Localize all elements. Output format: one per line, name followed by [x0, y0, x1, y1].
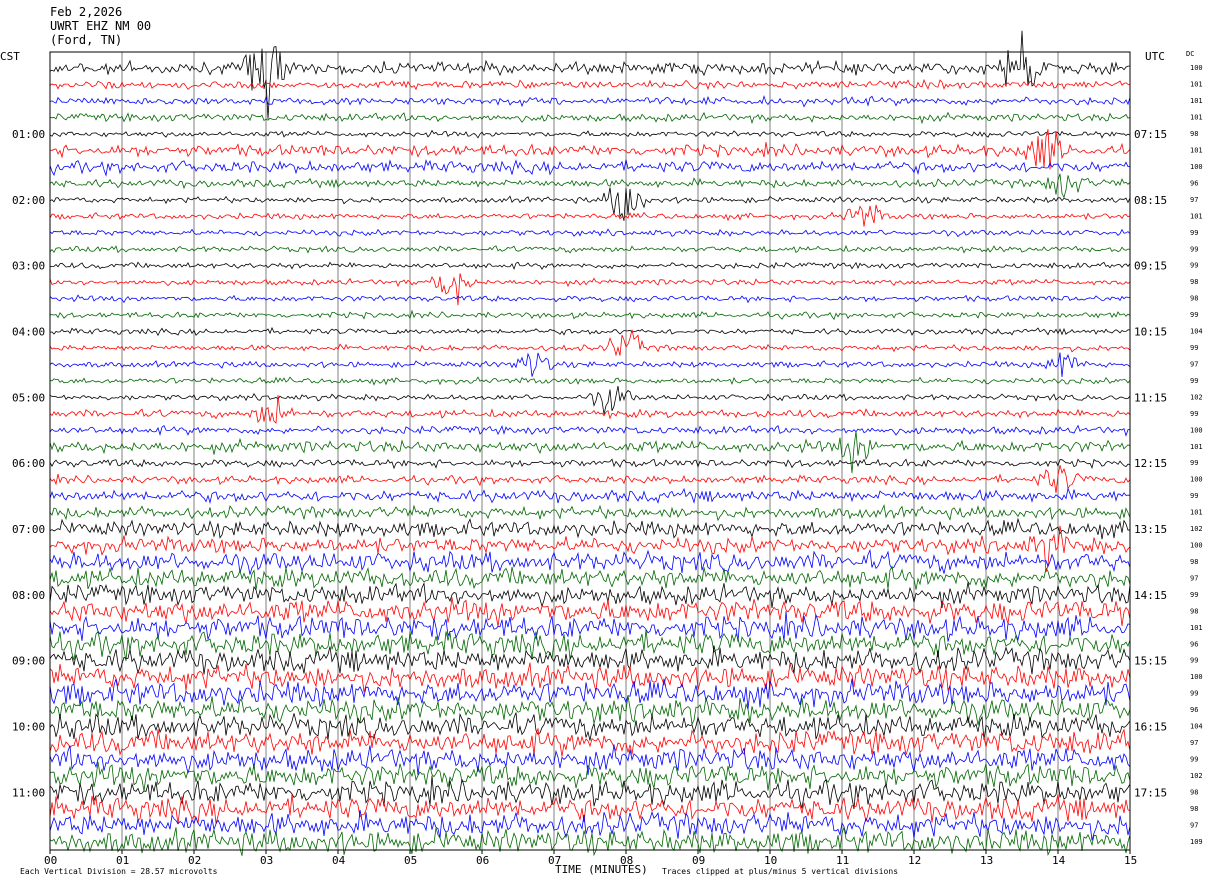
dc-offset-label: 100: [1190, 64, 1203, 72]
right-hour-label: 13:15: [1134, 523, 1167, 536]
dc-offset-label: 104: [1190, 328, 1203, 336]
dc-offset-label: 100: [1190, 476, 1203, 484]
dc-offset-label: 97: [1190, 739, 1198, 747]
x-tick-label: 01: [116, 854, 129, 867]
x-tick-label: 03: [260, 854, 273, 867]
dc-offset-label: 104: [1190, 723, 1203, 731]
left-hour-label: 06:00: [12, 457, 45, 470]
dc-offset-label: 101: [1190, 114, 1203, 122]
dc-offset-label: 99: [1190, 262, 1198, 270]
dc-offset-label: 99: [1190, 755, 1198, 763]
dc-offset-label: 98: [1190, 295, 1198, 303]
dc-offset-label: 99: [1190, 229, 1198, 237]
dc-offset-label: 97: [1190, 360, 1198, 368]
x-tick-label: 09: [692, 854, 705, 867]
left-hour-label: 11:00: [12, 786, 45, 799]
dc-offset-label: 99: [1190, 377, 1198, 385]
x-tick-label: 13: [980, 854, 993, 867]
dc-offset-label: 96: [1190, 179, 1198, 187]
dc-offset-label: 101: [1190, 624, 1203, 632]
dc-offset-label: 99: [1190, 410, 1198, 418]
right-hour-label: 07:15: [1134, 128, 1167, 141]
right-timezone-label: UTC: [1145, 50, 1165, 63]
right-hour-label: 16:15: [1134, 721, 1167, 734]
dc-offset-label: 98: [1190, 607, 1198, 615]
dc-offset-label: 99: [1190, 591, 1198, 599]
x-tick-label: 02: [188, 854, 201, 867]
dc-offset-label: 99: [1190, 245, 1198, 253]
left-hour-label: 01:00: [12, 128, 45, 141]
left-hour-label: 03:00: [12, 260, 45, 273]
x-axis-label: TIME (MINUTES): [555, 863, 648, 876]
x-tick-label: 10: [764, 854, 777, 867]
dc-offset-label: 99: [1190, 459, 1198, 467]
left-hour-label: 09:00: [12, 655, 45, 668]
right-hour-label: 08:15: [1134, 194, 1167, 207]
left-hour-label: 05:00: [12, 391, 45, 404]
right-hour-label: 09:15: [1134, 260, 1167, 273]
dc-offset-label: 100: [1190, 542, 1203, 550]
dc-offset-label: 101: [1190, 443, 1203, 451]
right-hour-label: 15:15: [1134, 655, 1167, 668]
left-timezone-label: CST: [0, 50, 20, 63]
chart-date: Feb 2,2026: [50, 5, 122, 19]
scale-note: Each Vertical Division = 28.57 microvolt…: [20, 867, 218, 876]
dc-offset-label: 109: [1190, 838, 1203, 846]
left-hour-label: 07:00: [12, 523, 45, 536]
dc-offset-label: 100: [1190, 426, 1203, 434]
dc-offset-label: 99: [1190, 311, 1198, 319]
dc-offset-label: 102: [1190, 525, 1203, 533]
dc-offset-label: 101: [1190, 97, 1203, 105]
dc-offset-label: 98: [1190, 130, 1198, 138]
x-tick-label: 12: [908, 854, 921, 867]
left-hour-label: 08:00: [12, 589, 45, 602]
x-tick-label: 06: [476, 854, 489, 867]
dc-offset-label: 96: [1190, 706, 1198, 714]
dc-offset-label: 98: [1190, 805, 1198, 813]
right-hour-label: 17:15: [1134, 786, 1167, 799]
x-tick-label: 00: [44, 854, 57, 867]
dc-offset-label: 98: [1190, 788, 1198, 796]
dc-offset-label: 101: [1190, 509, 1203, 517]
dc-offset-label: 102: [1190, 393, 1203, 401]
dc-offset-label: 97: [1190, 574, 1198, 582]
dc-offset-label: 101: [1190, 147, 1203, 155]
dc-offset-label: 96: [1190, 640, 1198, 648]
dc-column-label: DC: [1186, 50, 1194, 58]
dc-offset-label: 101: [1190, 81, 1203, 89]
dc-offset-label: 99: [1190, 492, 1198, 500]
dc-offset-label: 102: [1190, 772, 1203, 780]
dc-offset-label: 98: [1190, 558, 1198, 566]
dc-offset-label: 101: [1190, 212, 1203, 220]
right-hour-label: 11:15: [1134, 391, 1167, 404]
seismogram-plot: Feb 2,2026 UWRT EHZ NM 00 (Ford, TN) CST…: [0, 0, 1210, 886]
x-tick-label: 15: [1124, 854, 1137, 867]
x-tick-label: 14: [1052, 854, 1066, 867]
dc-offset-label: 98: [1190, 278, 1198, 286]
dc-offset-label: 99: [1190, 657, 1198, 665]
left-hour-label: 02:00: [12, 194, 45, 207]
dc-offset-label: 99: [1190, 344, 1198, 352]
dc-offset-label: 97: [1190, 821, 1198, 829]
station-code: UWRT EHZ NM 00: [50, 19, 151, 33]
dc-offset-label: 97: [1190, 196, 1198, 204]
left-hour-label: 10:00: [12, 721, 45, 734]
right-hour-label: 10:15: [1134, 326, 1167, 339]
x-tick-label: 04: [332, 854, 346, 867]
dc-offset-label: 100: [1190, 673, 1203, 681]
clip-note: Traces clipped at plus/minus 5 vertical …: [662, 867, 898, 876]
dc-offset-label: 99: [1190, 690, 1198, 698]
x-tick-label: 05: [404, 854, 417, 867]
dc-offset-label: 100: [1190, 163, 1203, 171]
station-location: (Ford, TN): [50, 33, 122, 47]
right-hour-label: 14:15: [1134, 589, 1167, 602]
left-hour-label: 04:00: [12, 326, 45, 339]
x-tick-label: 11: [836, 854, 849, 867]
right-hour-label: 12:15: [1134, 457, 1167, 470]
